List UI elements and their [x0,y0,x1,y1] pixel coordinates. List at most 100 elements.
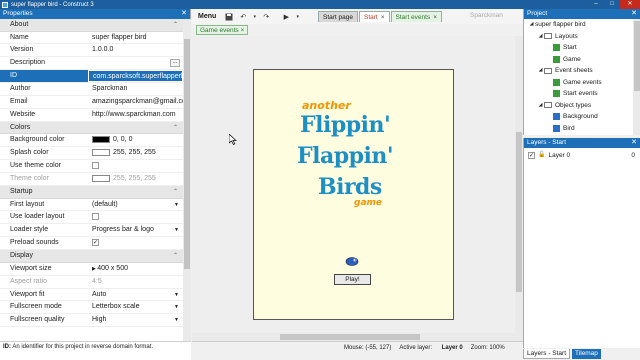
save-icon[interactable] [224,12,234,22]
logo-word-flappin[interactable]: Flappin' [297,143,394,169]
tab-start-page[interactable]: Start page [318,11,358,22]
tree-item[interactable]: ◢ Event sheets [524,65,633,77]
property-value[interactable]: 0, 0, 0 [88,134,183,146]
dropdown-arrow-icon[interactable]: ▼ [174,301,179,313]
tree-item[interactable]: Game events [524,77,633,89]
property-row[interactable]: First layout (default) ▼ [0,199,183,212]
property-value[interactable] [88,211,183,223]
tab-close-icon[interactable]: × [381,12,385,23]
undo-dropdown-icon[interactable]: ▾ [252,12,257,22]
close-panel-icon[interactable]: ✕ [181,9,187,19]
property-row[interactable]: Name super flapper bird [0,32,183,45]
logo-word-flippin[interactable]: Flippin' [300,112,391,138]
layout-view[interactable]: another Flippin' Flappin' Birds game Pla… [192,36,515,341]
property-value[interactable]: ▶ 400 x 500 [88,263,183,275]
tree-item[interactable]: Background [524,111,633,123]
play-button[interactable]: Play! [334,274,371,285]
play-dropdown-icon[interactable]: ▾ [295,12,300,22]
tree-toggle-icon[interactable]: ◢ [528,19,535,31]
scrollbar-thumb[interactable] [184,39,190,269]
property-row[interactable]: Version 1.0.0.0 [0,44,183,58]
section-colors[interactable]: Colors ⌃ [0,121,183,135]
property-value[interactable]: super flapper bird [88,32,183,44]
scrollbar-thumb[interactable] [516,132,522,292]
tab-start[interactable]: Start × [359,11,390,22]
play-icon[interactable]: ▶ [281,12,291,22]
property-value[interactable]: com.sparcksoft.superflapperbird [88,70,183,83]
property-value[interactable]: (default) ▼ [88,199,183,211]
tab-game-events[interactable]: Game events × [196,25,249,35]
lock-icon[interactable]: 🔓 [538,150,545,161]
close-panel-icon[interactable]: ✕ [631,9,637,19]
property-value[interactable] [88,160,183,172]
color-swatch[interactable] [92,148,110,156]
property-value[interactable]: Letterbox scale ▼ [88,301,183,313]
tree-item[interactable]: ◢ Layouts [524,31,633,43]
tree-item[interactable]: Bird [524,123,633,135]
canvas-horizontal-scrollbar[interactable] [192,333,515,341]
property-row[interactable]: Viewport fit Auto ▼ [0,289,183,302]
tree-item[interactable]: Start [524,42,633,54]
property-row[interactable]: Website http://www.sparckman.com [0,109,183,122]
property-row[interactable]: Author Sparckman [0,83,183,97]
property-value[interactable]: http://www.sparckman.com [88,109,183,121]
property-value[interactable]: Sparckman [88,83,183,95]
tree-toggle-icon[interactable]: ◢ [537,31,544,43]
collapse-icon[interactable]: ⌃ [173,186,178,199]
property-row[interactable]: Background color 0, 0, 0 [0,134,183,148]
property-value[interactable]: ... [88,57,183,69]
property-row[interactable]: Fullscreen mode Letterbox scale ▼ [0,301,183,315]
property-row[interactable]: Fullscreen quality High ▼ [0,314,183,328]
property-row[interactable]: Email amazingsparckman@gmail.com [0,96,183,109]
scrollbar-thumb[interactable] [634,21,640,91]
layer-row[interactable]: ✓ 🔓 Layer 0 0 [524,150,640,161]
collapse-icon[interactable]: ⌃ [173,19,178,32]
redo-icon[interactable]: ↷ [261,12,271,22]
dropdown-arrow-icon[interactable]: ▼ [174,314,179,326]
tree-item[interactable]: ◢ Object types [524,100,633,112]
property-row[interactable]: Theme color 255, 255, 255 [0,173,183,186]
project-scrollbar[interactable] [633,19,640,135]
tree-item[interactable]: ◢ super flapper bird [524,19,633,31]
menu-button[interactable]: Menu [192,13,222,20]
tree-item[interactable]: Start events [524,88,633,100]
bird-sprite[interactable] [345,257,359,266]
property-row[interactable]: Use theme color [0,160,183,174]
property-row[interactable]: Viewport size ▶ 400 x 500 [0,263,183,276]
property-row[interactable]: Splash color 255, 255, 255 [0,147,183,161]
color-swatch[interactable] [92,174,110,182]
property-value[interactable]: High ▼ [88,314,183,326]
section-about[interactable]: About ⌃ [0,19,183,32]
property-row[interactable]: Loader style Progress bar & logo ▼ [0,224,183,238]
property-value[interactable]: Auto ▼ [88,289,183,301]
tree-item[interactable]: Game [524,54,633,66]
property-value[interactable]: 255, 255, 255 [88,173,183,185]
property-row[interactable]: ID com.sparcksoft.superflapperbird [0,70,183,84]
close-button[interactable]: ✕ [620,0,640,9]
property-value[interactable]: 4:5 [88,276,183,288]
maximize-button[interactable]: □ [604,0,620,9]
property-row[interactable]: Preload sounds ✓ [0,237,183,251]
collapse-icon[interactable]: ⌃ [173,122,178,135]
layer-visible-checkbox[interactable]: ✓ [528,152,535,159]
dropdown-arrow-icon[interactable]: ▼ [174,289,179,301]
edit-description-button[interactable]: ... [170,59,180,68]
undo-icon[interactable]: ↶ [238,12,248,22]
color-swatch[interactable] [92,136,110,144]
property-value[interactable]: 1.0.0.0 [88,44,183,56]
property-value[interactable]: ✓ [88,237,183,249]
close-panel-icon[interactable]: ✕ [631,138,637,148]
property-checkbox[interactable]: ✓ [92,238,99,246]
logo-word-another[interactable]: another [302,99,351,112]
property-row[interactable]: Aspect ratio 4:5 [0,276,183,289]
property-row[interactable]: Use loader layout [0,211,183,225]
tab-start-events[interactable]: Start events × [390,11,443,23]
tab-close-icon[interactable]: × [433,12,437,23]
property-checkbox[interactable] [92,213,99,221]
properties-scrollbar[interactable] [183,19,191,349]
property-value[interactable]: amazingsparckman@gmail.com [88,96,183,108]
dropdown-arrow-icon[interactable]: ▼ [174,199,179,211]
tree-toggle-icon[interactable]: ◢ [537,65,544,77]
collapse-icon[interactable]: ⌃ [173,250,178,263]
property-row[interactable]: Description... [0,57,183,71]
